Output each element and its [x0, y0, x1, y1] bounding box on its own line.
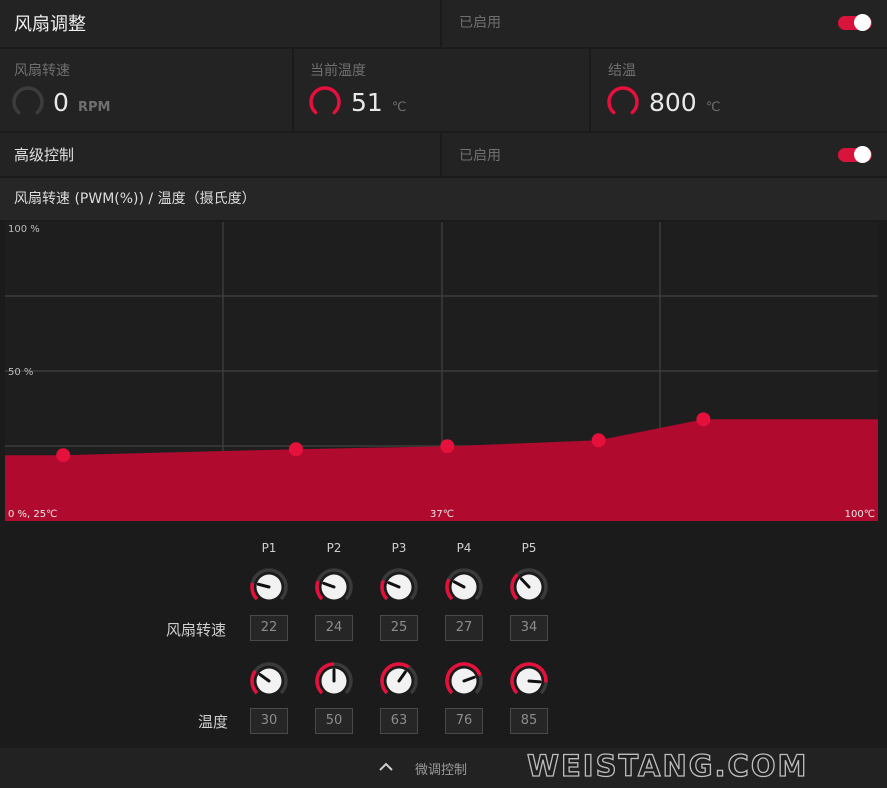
fan-speed-row-label: 风扇转速: [166, 621, 227, 639]
fan-speed-knob-p5[interactable]: [509, 567, 549, 607]
fan-speed-knob-p2[interactable]: [314, 567, 354, 607]
watermark: WEISTANG.COM: [526, 748, 809, 783]
curve-point-p1: [56, 448, 71, 463]
temperature-value-p3[interactable]: 63: [380, 708, 418, 734]
metric-current-temp-value: 51: [351, 88, 383, 117]
point-label-p3: P3: [391, 541, 407, 555]
temperature-knob-p2[interactable]: [314, 661, 354, 701]
point-label-p2: P2: [326, 541, 342, 555]
temperature-knob-p5[interactable]: [509, 661, 549, 701]
metric-junction-temp-value-row: 800 ℃: [649, 88, 720, 117]
x-tick-label-end: 100℃: [845, 509, 875, 520]
temperature-knob-p3[interactable]: [379, 661, 419, 701]
temperature-knob-p1[interactable]: [249, 661, 289, 701]
fan-speed-knob-p1[interactable]: [249, 567, 289, 607]
fan-tuning-status-panel: [442, 0, 887, 47]
metric-fan-speed-value-row: 0 RPM: [53, 88, 110, 117]
advanced-control-label: 高级控制: [14, 146, 75, 164]
y-tick-label-50: 50 %: [8, 367, 33, 378]
metric-junction-temp-label: 结温: [608, 63, 636, 79]
metric-junction-temp-unit: ℃: [705, 100, 721, 115]
fine-tune-label[interactable]: 微调控制: [415, 759, 467, 778]
metric-current-temp-label: 当前温度: [310, 63, 366, 79]
fan-curve-chart[interactable]: 100 % 50 % 0 %, 25℃ 37℃ 100℃: [5, 222, 878, 521]
junction-temp-gauge-icon: [607, 86, 639, 115]
metric-current-temp-value-row: 51 ℃: [351, 88, 407, 117]
metric-fan-speed-value: 0: [53, 88, 69, 117]
advanced-control-status-panel: [442, 133, 887, 176]
temperature-value-p4[interactable]: 76: [445, 708, 483, 734]
x-tick-label-start: 0 %, 25℃: [8, 509, 57, 520]
fan-speed-value-p5[interactable]: 34: [510, 615, 548, 641]
metric-fan-speed-label: 风扇转速: [14, 63, 70, 79]
metric-junction-temp-value: 800: [649, 88, 697, 117]
advanced-control-toggle[interactable]: [838, 146, 872, 163]
curve-point-p5: [696, 412, 711, 427]
chevron-up-icon[interactable]: [379, 762, 393, 772]
curve-point-p2: [289, 442, 303, 457]
fan-speed-value-p2[interactable]: 24: [315, 615, 353, 641]
fan-speed-value-p1[interactable]: 22: [250, 615, 288, 641]
toggle-knob: [854, 14, 871, 31]
fan-tuning-toggle[interactable]: [838, 14, 872, 31]
temperature-knob-p4[interactable]: [444, 661, 484, 701]
temperature-value-p1[interactable]: 30: [250, 708, 288, 734]
metric-current-temp-unit: ℃: [391, 100, 407, 115]
toggle-knob: [854, 146, 871, 163]
current-temp-gauge-icon: [309, 86, 341, 115]
fan-speed-value-p4[interactable]: 27: [445, 615, 483, 641]
fan-tuning-title: 风扇调整: [14, 14, 86, 35]
y-tick-label-100: 100 %: [8, 224, 40, 235]
fan-speed-knob-p4[interactable]: [444, 567, 484, 607]
x-tick-label-mid: 37℃: [430, 509, 454, 520]
temperature-value-p2[interactable]: 50: [315, 708, 353, 734]
curve-point-p3: [440, 439, 455, 454]
advanced-control-status: 已启用: [459, 148, 501, 164]
fan-speed-gauge-icon: [12, 86, 44, 115]
curve-point-p4: [591, 433, 606, 448]
fan-speed-value-p3[interactable]: 25: [380, 615, 418, 641]
point-label-p1: P1: [261, 541, 277, 555]
metric-fan-speed-unit: RPM: [78, 100, 111, 115]
temperature-row-label: 温度: [198, 713, 229, 731]
fan-tuning-status: 已启用: [459, 15, 501, 31]
point-label-p5: P5: [521, 541, 537, 555]
chart-header: 风扇转速 (PWM(%)) / 温度（摄氏度）: [14, 191, 256, 207]
temperature-value-p5[interactable]: 85: [510, 708, 548, 734]
fan-speed-knob-p3[interactable]: [379, 567, 419, 607]
point-label-p4: P4: [456, 541, 472, 555]
